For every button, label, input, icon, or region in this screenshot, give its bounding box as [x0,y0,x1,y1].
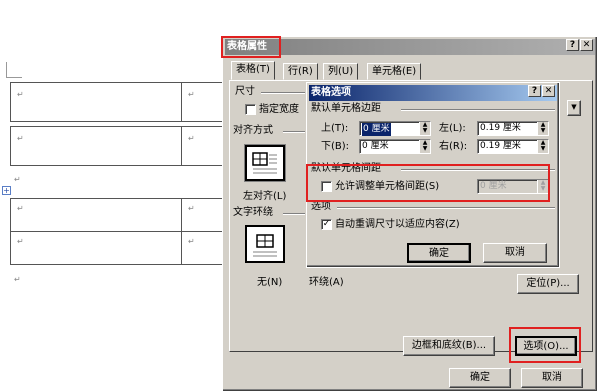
help-button[interactable]: ? [528,85,541,97]
wrap-around-label[interactable]: 环绕(A) [309,277,344,289]
options-group-label: 选项 [311,201,331,212]
size-group-label: 尺寸 [235,86,255,97]
left-margin-label: 左(L): [439,123,466,134]
spin-arrows-icon[interactable]: ▲ ▼ [419,122,430,135]
close-button[interactable]: ✕ [580,39,593,51]
tab-cell[interactable]: 单元格(E) [367,63,422,80]
table-cell[interactable]: ↵ [181,198,225,232]
bottom-margin-spinner[interactable]: 0 厘米 ▲ ▼ [359,139,431,154]
document-area: ↵ ↵ ↵ ↵ ↵ + ↵ ↵ ↵ ↵ ↵ [0,0,225,392]
paragraph-mark: ↵ [17,204,24,213]
page-corner-marker [6,62,22,78]
paragraph-mark: ↵ [188,90,195,99]
top-margin-label: 上(T): [321,123,349,134]
margins-group-label: 默认单元格边距 [311,103,381,114]
right-margin-label: 右(R): [439,141,468,152]
ok-button[interactable]: 确定 [407,243,471,263]
cancel-button[interactable]: 取消 [483,243,547,263]
paragraph-mark: ↵ [188,204,195,213]
align-left-label: 左对齐(L) [243,191,287,202]
close-button[interactable]: ✕ [542,85,555,97]
group-divider [401,109,555,111]
wrap-group-label: 文字环绕 [233,207,273,218]
bottom-margin-value: 0 厘米 [362,141,389,151]
wrap-none-icon[interactable] [245,225,285,263]
spacing-spinner[interactable]: 0 厘米 ▲ ▼ [477,179,549,194]
table-cell[interactable]: ↵ [10,82,182,122]
help-button[interactable]: ? [566,39,579,51]
autofit-checkbox[interactable]: ✓ [321,219,332,230]
title-bar[interactable]: 表格属性 [225,39,595,55]
table-options-dialog: 表格选项 ? ✕ 默认单元格边距 上(T): 0 厘米 ▲ ▼ 左(L): 0.1… [306,82,560,268]
spin-arrows-icon[interactable]: ▲ ▼ [537,122,548,135]
position-button[interactable]: 定位(P)... [517,274,579,294]
spin-arrows-icon[interactable]: ▲ ▼ [537,140,548,153]
preferred-width-label: 指定宽度 [259,104,299,115]
group-divider [337,207,555,209]
alignment-group-label: 对齐方式 [233,125,273,136]
dialog-title: 表格选项 [311,87,351,98]
spacing-value: 0 厘米 [480,181,507,191]
allow-spacing-checkbox[interactable] [321,181,332,192]
spacing-group-label: 默认单元格间距 [311,163,381,174]
bottom-margin-label: 下(B): [321,141,350,152]
ok-button[interactable]: 确定 [449,368,511,388]
paragraph-mark: ↵ [17,134,24,143]
table-move-handle-icon[interactable]: + [2,186,11,195]
table-cell[interactable]: ↵ [10,198,182,232]
tab-strip: 表格(T) 行(R) 列(U) 单元格(E) [231,61,591,81]
options-button[interactable]: 选项(O)... [515,336,577,356]
table-cell[interactable]: ↵ [181,82,225,122]
dialog-title: 表格属性 [227,41,267,52]
group-divider [283,213,305,215]
table-cell[interactable]: ↵ [10,126,182,166]
paragraph-mark: ↵ [14,275,21,284]
measure-dropdown-button[interactable]: ▼ [567,100,581,116]
paragraph-mark: ↵ [17,90,24,99]
wrap-none-label: 无(N) [257,277,283,288]
preferred-width-checkbox[interactable] [245,104,256,115]
cancel-button[interactable]: 取消 [521,368,583,388]
spin-arrows-icon[interactable]: ▲ ▼ [419,140,430,153]
tab-table[interactable]: 表格(T) [231,61,275,80]
table-cell[interactable]: ↵ [181,231,225,265]
top-margin-value: 0 厘米 [362,123,391,136]
paragraph-mark: ↵ [17,237,24,246]
borders-shading-button[interactable]: 边框和底纹(B)... [403,336,495,356]
top-margin-spinner[interactable]: 0 厘米 ▲ ▼ [359,121,431,136]
right-margin-spinner[interactable]: 0.19 厘米 ▲ ▼ [477,139,549,154]
paragraph-mark: ↵ [188,134,195,143]
group-divider [283,131,305,133]
left-margin-value: 0.19 厘米 [480,123,521,133]
group-divider [261,92,305,94]
left-margin-spinner[interactable]: 0.19 厘米 ▲ ▼ [477,121,549,136]
right-margin-value: 0.19 厘米 [480,141,521,151]
align-left-icon[interactable] [245,145,285,181]
title-bar[interactable]: 表格选项 [309,85,557,101]
autofit-label: 自动重调尺寸以适应内容(Z) [335,219,460,230]
table-cell[interactable]: ↵ [10,231,182,265]
tab-column[interactable]: 列(U) [323,63,359,80]
table-cell[interactable]: ↵ [181,126,225,166]
tab-row[interactable]: 行(R) [283,63,318,80]
group-divider [401,169,555,171]
spin-arrows-icon[interactable]: ▲ ▼ [537,180,548,193]
allow-spacing-label: 允许调整单元格间距(S) [335,181,440,192]
paragraph-mark: ↵ [188,237,195,246]
paragraph-mark: ↵ [14,175,21,184]
